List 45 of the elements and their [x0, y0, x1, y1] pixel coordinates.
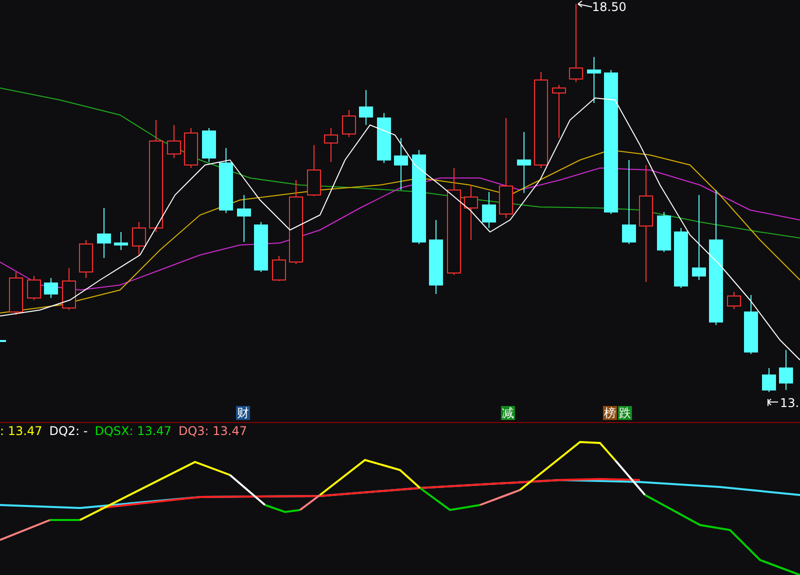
candlestick	[762, 368, 776, 392]
high-price-label: 18.50	[592, 0, 626, 14]
candlestick	[272, 256, 286, 282]
candlestick	[359, 90, 373, 126]
candlestick	[79, 240, 93, 278]
candlestick	[254, 222, 268, 272]
indicator-value: DQ3: 13.47	[178, 424, 247, 438]
candlestick	[464, 184, 478, 240]
price-tick-mark	[0, 340, 6, 342]
low-price-label: 13.	[780, 396, 800, 410]
candlestick	[114, 232, 128, 250]
candlestick	[184, 128, 198, 168]
candlestick	[202, 128, 216, 162]
signal-marker: 减	[501, 406, 515, 420]
indicator-value: DQ2: -	[49, 424, 88, 438]
candlestick	[517, 132, 531, 194]
candlestick	[219, 148, 233, 214]
candlestick	[132, 222, 146, 256]
signal-marker: 榜	[603, 406, 617, 420]
candlestick	[377, 112, 391, 164]
candlestick	[482, 192, 496, 228]
candlestick	[342, 110, 356, 138]
candlestick	[587, 56, 601, 104]
signal-marker: 财	[236, 406, 250, 420]
leader-line	[767, 398, 779, 408]
candlestick	[744, 294, 758, 354]
candlestick	[97, 208, 111, 258]
candlestick	[779, 350, 793, 390]
signal-marker: 跌	[618, 406, 632, 420]
indicator-value: DQSX: 13.47	[94, 424, 172, 438]
candlestick	[44, 278, 58, 298]
leader-line	[577, 0, 593, 10]
candlestick	[27, 276, 41, 300]
candlestick	[324, 128, 338, 162]
candlestick	[657, 212, 671, 252]
indicator-value: : 13.47	[0, 424, 42, 438]
candlestick	[552, 84, 566, 138]
candlestick	[307, 144, 321, 196]
candlestick	[9, 272, 23, 316]
candlestick	[394, 138, 408, 190]
candlestick	[237, 194, 251, 242]
candlestick	[62, 268, 76, 310]
candlestick	[167, 124, 181, 158]
candlestick	[727, 292, 741, 310]
candlestick	[674, 228, 688, 288]
